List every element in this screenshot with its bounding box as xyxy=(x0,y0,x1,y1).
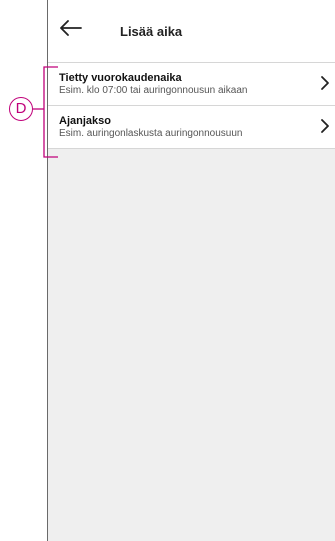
callout-label: D xyxy=(9,97,33,121)
back-arrow-icon[interactable] xyxy=(60,20,82,36)
list-item-title: Tietty vuorokaudenaika xyxy=(59,72,182,84)
app-header: Lisää aika xyxy=(48,0,335,62)
list-item-time-period[interactable]: Ajanjakso Esim. auringonlaskusta auringo… xyxy=(48,105,335,149)
phone-screen: Lisää aika Tietty vuorokaudenaika Esim. … xyxy=(47,0,335,541)
list-item-title: Ajanjakso xyxy=(59,115,111,127)
list-item-subtitle: Esim. klo 07:00 tai auringonnousun aikaa… xyxy=(59,85,248,96)
chevron-right-icon xyxy=(321,76,329,90)
page-title: Lisää aika xyxy=(120,24,183,39)
list-item-subtitle: Esim. auringonlaskusta auringonnousuun xyxy=(59,128,243,139)
list-item-specific-time[interactable]: Tietty vuorokaudenaika Esim. klo 07:00 t… xyxy=(48,62,335,105)
time-options-list: Tietty vuorokaudenaika Esim. klo 07:00 t… xyxy=(48,62,335,149)
chevron-right-icon xyxy=(321,119,329,133)
